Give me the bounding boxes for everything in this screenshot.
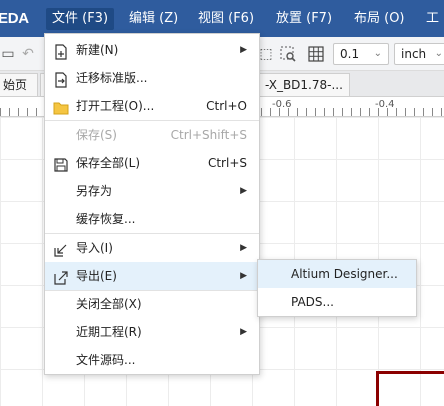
- grid-size-value: 0.1: [340, 47, 360, 61]
- menu-item-label: 保存全部(L): [76, 156, 141, 170]
- menu-item-shortcut: Ctrl+O: [206, 99, 247, 113]
- chevron-down-icon: ⌄: [434, 48, 443, 59]
- menu-item-label: PADS...: [291, 295, 334, 309]
- tab-start-page[interactable]: 始页: [0, 73, 38, 96]
- submenu-arrow-icon: ▶: [240, 271, 247, 281]
- folder-icon: [53, 98, 69, 115]
- file-menu-export[interactable]: 导出(E) ▶: [45, 262, 259, 290]
- menu-view[interactable]: 视图 (F6): [192, 8, 260, 30]
- file-menu-dropdown: 新建(N) ▶ 迁移标准版... 打开工程(O)... Ctrl+O 保存(S)…: [44, 33, 260, 375]
- chevron-down-icon: ⌄: [373, 48, 382, 59]
- menu-place[interactable]: 放置 (F7): [270, 8, 338, 30]
- menu-item-label: Altium Designer...: [291, 267, 398, 281]
- grid-icon[interactable]: [308, 46, 324, 62]
- menu-item-label: 迁移标准版...: [76, 71, 148, 85]
- export-icon: [53, 268, 69, 285]
- menu-item-shortcut: Ctrl+Shift+S: [170, 128, 247, 142]
- app-brand-logo: EDA: [0, 10, 29, 27]
- menu-file[interactable]: 文件 (F3): [46, 8, 115, 30]
- menu-item-label: 打开工程(O)...: [76, 99, 155, 113]
- import-icon: [53, 240, 69, 257]
- area-select-icon[interactable]: ⬚: [258, 46, 274, 62]
- file-menu-close-all[interactable]: 关闭全部(X): [45, 290, 259, 318]
- menu-item-label: 另存为: [76, 184, 113, 198]
- export-pads[interactable]: PADS...: [258, 288, 416, 316]
- submenu-arrow-icon: ▶: [240, 327, 247, 337]
- menu-item-label: 保存(S): [76, 128, 117, 142]
- export-altium-designer[interactable]: Altium Designer...: [258, 260, 416, 288]
- save-icon: [53, 155, 69, 172]
- file-menu-save-as[interactable]: 另存为 ▶: [45, 177, 259, 205]
- menu-item-label: 新建(N): [76, 43, 119, 57]
- menu-item-label: 缓存恢复...: [76, 212, 136, 226]
- tab-pcb[interactable]: -X_BD1.78-...: [258, 73, 350, 96]
- ruler-label: -0.6: [272, 99, 292, 110]
- submenu-arrow-icon: ▶: [240, 45, 247, 55]
- file-menu-source-code[interactable]: 文件源码...: [45, 346, 259, 374]
- grid-size-select[interactable]: 0.1 ⌄: [333, 43, 389, 65]
- unit-value: inch: [401, 47, 427, 61]
- file-menu-save-all[interactable]: 保存全部(L) Ctrl+S: [45, 149, 259, 177]
- board-outline[interactable]: [376, 371, 444, 406]
- migrate-icon: [53, 70, 69, 88]
- menu-item-label: 文件源码...: [76, 353, 136, 367]
- submenu-arrow-icon: ▶: [240, 186, 247, 196]
- file-menu-save: 保存(S) Ctrl+Shift+S: [45, 121, 259, 149]
- menu-item-label: 导入(I): [76, 241, 113, 255]
- menubar: EDA 文件 (F3) 编辑 (Z) 视图 (F6) 放置 (F7) 布局 (O…: [0, 0, 444, 37]
- menu-edit[interactable]: 编辑 (Z): [123, 8, 184, 30]
- file-menu-migrate[interactable]: 迁移标准版...: [45, 64, 259, 92]
- menu-item-label: 关闭全部(X): [76, 297, 142, 311]
- menu-tools[interactable]: 工: [420, 8, 444, 30]
- ruler-label: -0.4: [375, 99, 395, 110]
- new-file-icon[interactable]: ▭: [0, 46, 16, 62]
- file-menu-cache-restore[interactable]: 缓存恢复...: [45, 205, 259, 233]
- export-submenu: Altium Designer... PADS...: [257, 259, 417, 317]
- unit-select[interactable]: inch ⌄: [394, 43, 444, 65]
- file-menu-open-project[interactable]: 打开工程(O)... Ctrl+O: [45, 92, 259, 120]
- menu-item-shortcut: Ctrl+S: [207, 156, 247, 170]
- new-icon: [53, 42, 69, 60]
- menu-item-label: 导出(E): [76, 269, 117, 283]
- menu-layout[interactable]: 布局 (O): [348, 8, 411, 30]
- submenu-arrow-icon: ▶: [240, 243, 247, 253]
- file-menu-import[interactable]: 导入(I) ▶: [45, 234, 259, 262]
- file-menu-recent-projects[interactable]: 近期工程(R) ▶: [45, 318, 259, 346]
- file-menu-new[interactable]: 新建(N) ▶: [45, 36, 259, 64]
- zoom-area-icon[interactable]: [280, 46, 296, 62]
- menu-item-label: 近期工程(R): [76, 325, 142, 339]
- undo-icon[interactable]: ↶: [20, 46, 36, 62]
